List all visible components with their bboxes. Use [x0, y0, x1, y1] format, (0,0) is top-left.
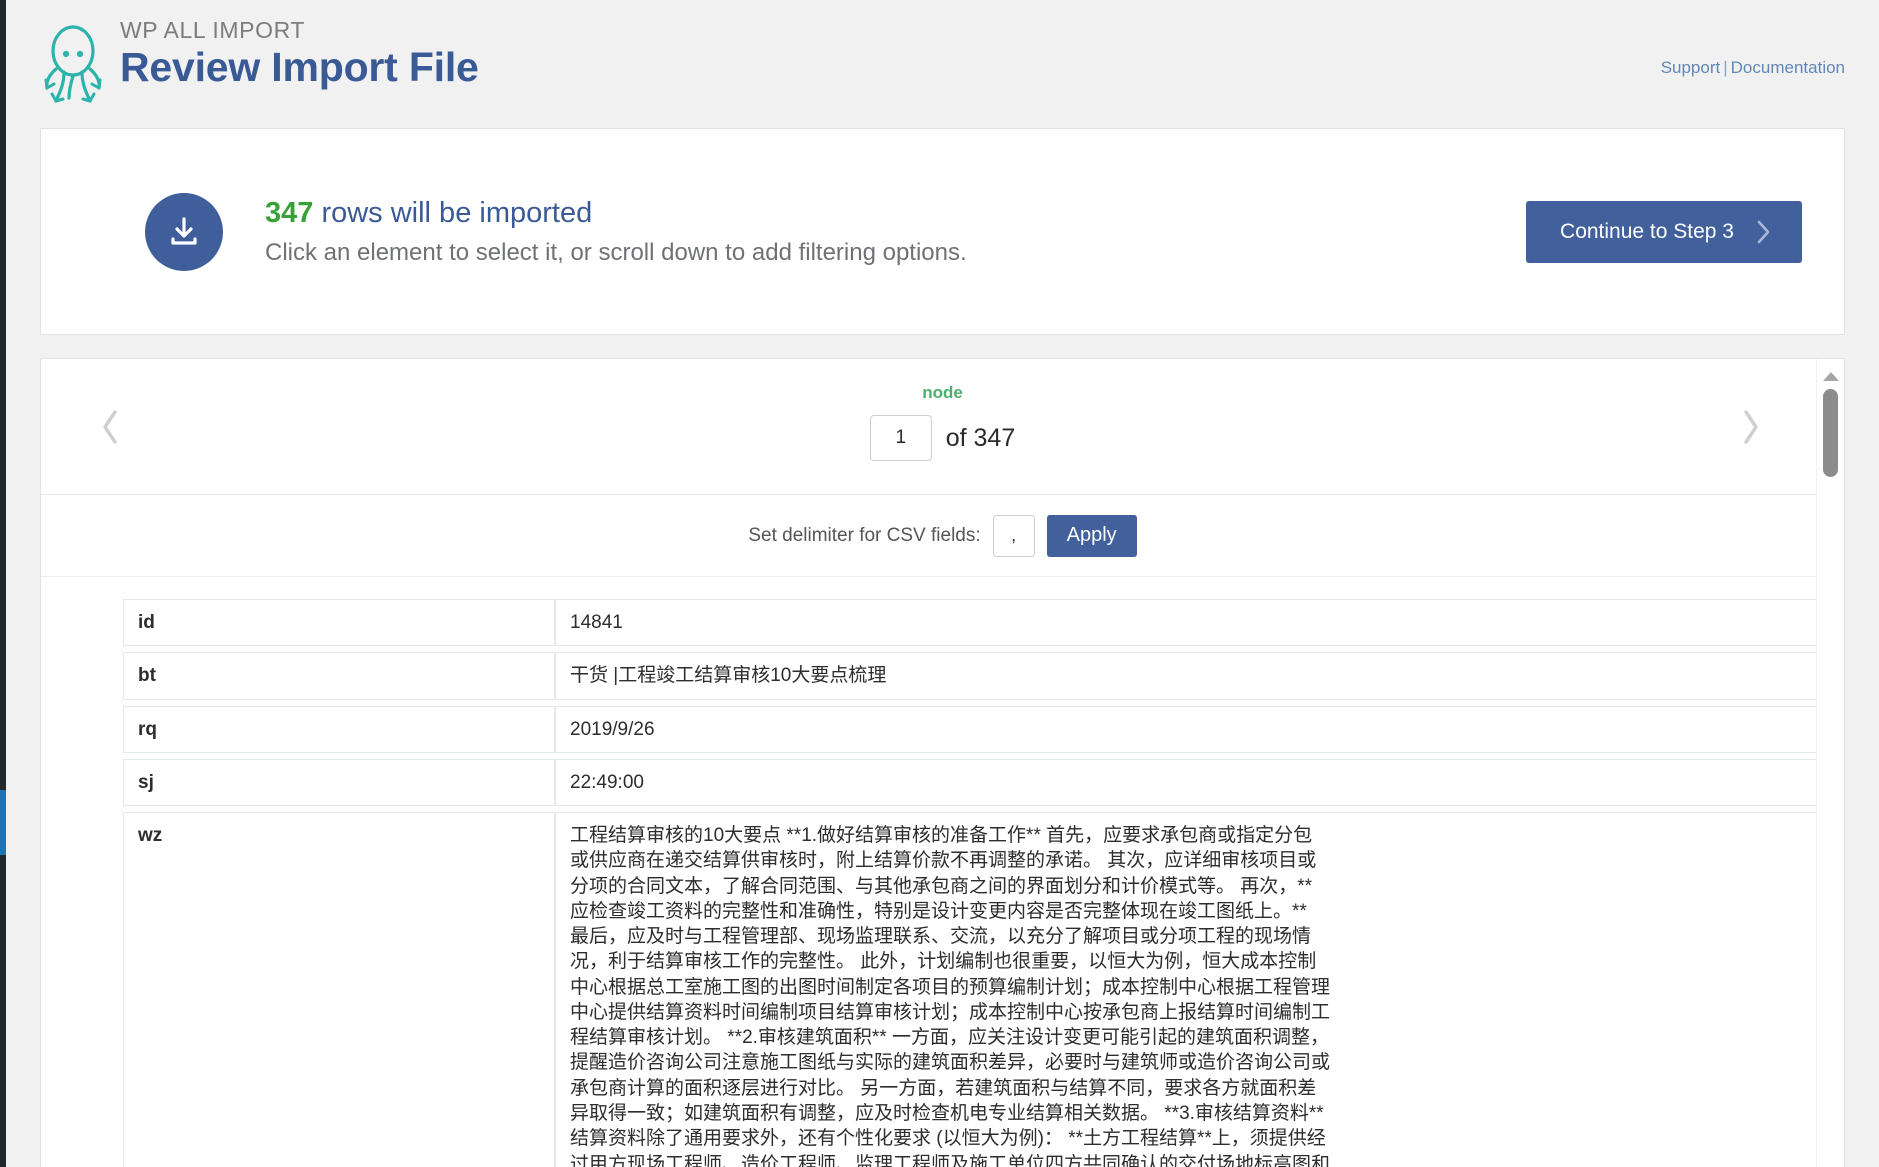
documentation-link[interactable]: Documentation — [1731, 58, 1845, 77]
header-titles: WP ALL IMPORT Review Import File — [112, 17, 479, 91]
wpallimport-logo — [36, 18, 112, 111]
header-links: Support | Documentation — [1661, 58, 1845, 78]
import-summary-text: 347 rows will be imported Click an eleme… — [265, 195, 967, 267]
table-row-value[interactable]: 2019/9/26 — [555, 705, 1827, 753]
import-summary-hint: Click an element to select it, or scroll… — [265, 238, 967, 266]
table-row-value[interactable]: 工程结算审核的10大要点 **1.做好结算审核的准备工作** 首先，应要求承包商… — [555, 812, 1827, 1167]
page-root: WP ALL IMPORT Review Import File Support… — [6, 0, 1879, 1167]
page-header: WP ALL IMPORT Review Import File Support… — [6, 0, 1879, 128]
table-row-value-text: 干货 |工程竣工结算审核10大要点梳理 — [570, 665, 887, 687]
table-row-value[interactable]: 干货 |工程竣工结算审核10大要点梳理 — [555, 652, 1827, 700]
brand-name: WP ALL IMPORT — [120, 17, 306, 43]
table-row-value-text: 工程结算审核的10大要点 **1.做好结算审核的准备工作** 首先，应要求承包商… — [570, 825, 1331, 1167]
table-row[interactable]: wz 工程结算审核的10大要点 **1.做好结算审核的准备工作** 首先，应要求… — [123, 812, 1827, 1167]
download-icon — [145, 192, 223, 271]
links-separator: | — [1723, 58, 1728, 77]
node-navigation: node of 347 — [41, 359, 1844, 495]
octopus-logo-icon — [44, 25, 102, 103]
next-node-button[interactable] — [1734, 401, 1768, 453]
element-table-body: id 14841 bt 干货 |工程竣工结算审核10大要点梳理 rq 2019/… — [123, 599, 1827, 1167]
node-label: node — [922, 383, 963, 402]
element-table: id 14841 bt 干货 |工程竣工结算审核10大要点梳理 rq 2019/… — [123, 593, 1827, 1167]
import-summary-panel: 347 rows will be imported Click an eleme… — [40, 128, 1845, 335]
table-row[interactable]: id 14841 — [123, 599, 1827, 647]
scroll-up-arrow-icon[interactable] — [1822, 369, 1840, 383]
table-row[interactable]: bt 干货 |工程竣工结算审核10大要点梳理 — [123, 652, 1827, 700]
table-row-value-text: 14841 — [570, 612, 623, 633]
table-row-key[interactable]: rq — [123, 705, 555, 753]
table-row-value[interactable]: 14841 — [555, 599, 1827, 647]
table-row-value[interactable]: 22:49:00 — [555, 758, 1827, 807]
support-link[interactable]: Support — [1661, 58, 1721, 77]
rows-summary-suffix: rows will be imported — [313, 197, 593, 230]
wp-admin-flyout-marker — [0, 790, 6, 855]
element-table-wrapper: id 14841 bt 干货 |工程竣工结算审核10大要点梳理 rq 2019/… — [41, 577, 1844, 1167]
apply-delimiter-button[interactable]: Apply — [1046, 514, 1137, 557]
rows-summary-line: 347 rows will be imported — [265, 195, 967, 231]
table-row-key[interactable]: wz — [123, 812, 555, 1167]
import-preview-panel: node of 347 Set delimiter for CSV fields… — [40, 358, 1845, 1167]
chevron-right-icon — [1756, 219, 1772, 245]
chevron-right-icon — [1740, 407, 1762, 447]
continue-button-label: Continue to Step 3 — [1560, 219, 1734, 243]
download-glyph-icon — [171, 216, 197, 245]
table-row[interactable]: rq 2019/9/26 — [123, 705, 1827, 753]
delimiter-label: Set delimiter for CSV fields: — [748, 524, 981, 546]
table-row-key[interactable]: bt — [123, 652, 555, 700]
table-row[interactable]: sj 22:49:00 — [123, 758, 1827, 807]
table-row-key[interactable]: sj — [123, 758, 555, 807]
panel-scrollbar[interactable] — [1816, 359, 1844, 1167]
node-counter: of 347 — [41, 415, 1844, 461]
page-title: Review Import File — [120, 44, 479, 91]
delimiter-input[interactable] — [992, 514, 1035, 557]
node-total-label: of 347 — [945, 423, 1016, 452]
node-index-input[interactable] — [869, 415, 932, 461]
scroll-thumb[interactable] — [1823, 389, 1838, 477]
csv-delimiter-row: Set delimiter for CSV fields: Apply — [41, 495, 1844, 577]
table-row-value-text: 22:49:00 — [570, 771, 644, 793]
row-count: 347 — [265, 197, 314, 230]
table-row-key[interactable]: id — [123, 599, 555, 647]
continue-to-step-3-button[interactable]: Continue to Step 3 — [1526, 200, 1802, 263]
wp-admin-sidebar-sliver — [0, 0, 6, 1167]
table-row-value-text: 2019/9/26 — [570, 718, 655, 740]
